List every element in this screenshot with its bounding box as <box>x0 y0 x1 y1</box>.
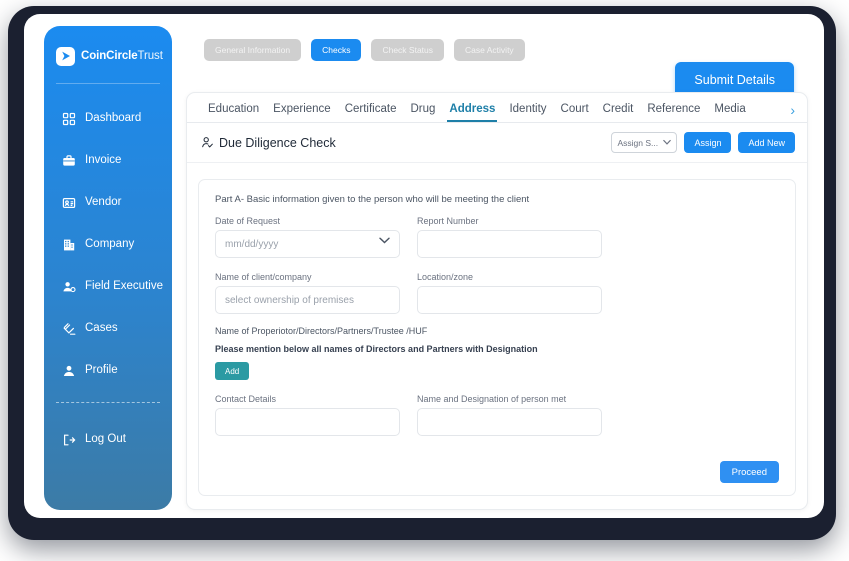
sidebar-nav: Dashboard Invoice Vendor Company Field E… <box>44 98 172 392</box>
contact-details-input[interactable] <box>215 408 400 436</box>
top-tab-case-activity[interactable]: Case Activity <box>454 39 525 61</box>
field-label: Name of client/company <box>215 272 312 282</box>
form-part-title: Part A- Basic information given to the p… <box>215 194 530 205</box>
tab-reference[interactable]: Reference <box>640 103 707 122</box>
user-icon <box>61 364 76 379</box>
sidebar-item-label: Invoice <box>85 154 122 167</box>
tab-identity[interactable]: Identity <box>502 103 553 122</box>
user-check-icon <box>201 136 215 150</box>
device-frame: CoinCircleTrust Dashboard Invoice Vendor… <box>8 6 836 540</box>
add-new-button[interactable]: Add New <box>738 132 795 153</box>
tab-media[interactable]: Media <box>707 103 752 122</box>
app-screen: CoinCircleTrust Dashboard Invoice Vendor… <box>24 14 824 518</box>
tab-address[interactable]: Address <box>442 103 502 122</box>
top-tab-general-information[interactable]: General Information <box>204 39 302 61</box>
field-label: Report Number <box>417 216 479 226</box>
sidebar-divider <box>56 83 160 84</box>
sidebar-item-label: Cases <box>85 322 118 335</box>
add-director-button[interactable]: Add <box>215 362 250 380</box>
panel-header-actions: Assign S... Assign Add New <box>611 132 795 153</box>
chevron-right-icon[interactable]: › <box>784 103 797 122</box>
assign-select[interactable]: Assign S... <box>611 132 678 153</box>
sidebar-item-profile[interactable]: Profile <box>44 350 172 392</box>
page-title: Due Diligence Check <box>201 136 336 150</box>
field-label: Name and Designation of person met <box>417 394 567 404</box>
field-location-zone: Location/zone <box>417 272 602 314</box>
top-tab-checks[interactable]: Checks <box>311 39 362 61</box>
sidebar-item-field-executive[interactable]: Field Executive <box>44 266 172 308</box>
field-person-met: Name and Designation of person met <box>417 394 602 436</box>
sidebar-item-label: Vendor <box>85 196 122 209</box>
tab-credit[interactable]: Credit <box>596 103 641 122</box>
assign-select-wrapper: Assign S... <box>611 132 678 153</box>
sidebar-item-label: Field Executive <box>85 280 163 293</box>
sidebar-item-vendor[interactable]: Vendor <box>44 182 172 224</box>
sidebar-item-cases[interactable]: Cases <box>44 308 172 350</box>
report-number-input[interactable] <box>417 230 602 258</box>
gavel-icon <box>61 322 76 337</box>
field-contact-details: Contact Details <box>215 394 400 436</box>
tab-experience[interactable]: Experience <box>266 103 338 122</box>
sidebar-item-label: Dashboard <box>85 112 142 125</box>
checks-panel: Education Experience Certificate Drug Ad… <box>186 92 808 510</box>
play-arrow-icon <box>56 46 75 66</box>
sidebar-item-label: Company <box>85 238 135 251</box>
sidebar-item-invoice[interactable]: Invoice <box>44 140 172 182</box>
check-type-tab-bar: Education Experience Certificate Drug Ad… <box>187 93 807 123</box>
sidebar-item-company[interactable]: Company <box>44 224 172 266</box>
form-row-2: Name of client/company Location/zone <box>215 272 779 314</box>
page-title-text: Due Diligence Check <box>219 135 336 150</box>
field-label: Date of Request <box>215 216 281 226</box>
brand-logo[interactable]: CoinCircleTrust <box>44 42 172 70</box>
user-settings-icon <box>61 280 76 295</box>
form-row-3: Contact Details Name and Designation of … <box>215 394 779 436</box>
assign-button[interactable]: Assign <box>684 132 732 153</box>
tab-court[interactable]: Court <box>554 103 596 122</box>
sidebar-item-label: Profile <box>85 364 118 377</box>
brand-name: CoinCircleTrust <box>81 50 163 62</box>
grid-icon <box>61 112 76 127</box>
sidebar-dashed-divider <box>56 402 160 403</box>
logout-icon <box>61 433 76 448</box>
tab-education[interactable]: Education <box>201 103 266 122</box>
proceed-button[interactable]: Proceed <box>719 461 779 483</box>
briefcase-icon <box>61 154 76 169</box>
sidebar-item-label: Log Out <box>85 433 126 446</box>
brand-name-bold: CoinCircle <box>81 50 138 62</box>
field-report-number: Report Number <box>417 216 602 258</box>
form-note-proprietor: Name of Properiotor/Directors/Partners/T… <box>215 326 428 336</box>
panel-header: Due Diligence Check Assign S... Assign A… <box>187 123 807 163</box>
field-date-of-request: Date of Request <box>215 216 400 258</box>
tab-drug[interactable]: Drug <box>403 103 442 122</box>
building-icon <box>61 238 76 253</box>
location-zone-input[interactable] <box>417 286 602 314</box>
field-label: Contact Details <box>215 394 277 404</box>
sidebar-item-logout[interactable]: Log Out <box>44 419 172 461</box>
due-diligence-form: Part A- Basic information given to the p… <box>198 179 796 496</box>
sidebar-item-dashboard[interactable]: Dashboard <box>44 98 172 140</box>
field-name-of-client: Name of client/company <box>215 272 400 314</box>
brand-name-light: Trust <box>137 50 163 62</box>
form-row-1: Date of Request Report Number <box>215 216 779 258</box>
person-met-input[interactable] <box>417 408 602 436</box>
id-card-icon <box>61 196 76 211</box>
tab-certificate[interactable]: Certificate <box>338 103 404 122</box>
form-note-designation: Please mention below all names of Direct… <box>215 344 538 354</box>
name-of-client-input[interactable] <box>215 286 400 314</box>
top-tab-bar: General Information Checks Check Status … <box>204 39 525 61</box>
top-tab-check-status[interactable]: Check Status <box>371 39 445 61</box>
sidebar: CoinCircleTrust Dashboard Invoice Vendor… <box>44 26 172 510</box>
field-label: Location/zone <box>417 272 474 282</box>
date-of-request-input[interactable] <box>215 230 400 258</box>
